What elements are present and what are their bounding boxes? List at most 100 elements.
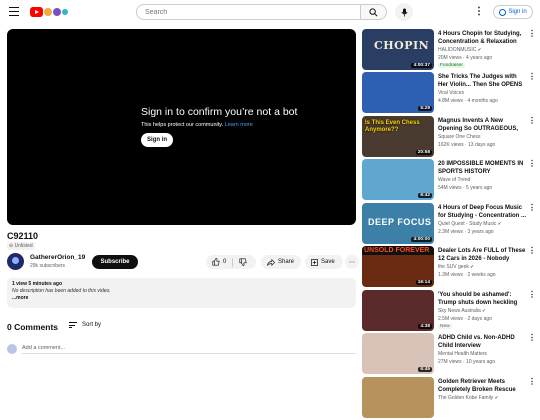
add-comment-row[interactable]: Add a comment... [7,342,356,356]
recommended-menu-icon[interactable]: ⋮ [528,378,536,386]
recommended-menu-icon[interactable]: ⋮ [528,291,536,299]
sign-in-button[interactable]: Sign in [493,5,533,19]
sort-label: Sort by [82,322,102,328]
recommended-channel[interactable]: Wave of Trend [438,177,470,183]
recommended-video[interactable]: UNSOLD FOREVER 16:14 Dealer Lots Are FULL … [362,246,537,289]
add-comment-input[interactable]: Add a comment... [22,345,356,354]
description-text: No description has been added to this vi… [12,288,111,294]
verified-icon: ✔ [496,221,502,226]
video-thumbnail[interactable]: Is This Even Chess Anymore?? 20:58 [362,116,434,157]
channel-avatar[interactable] [7,253,24,270]
player-sign-in-button[interactable]: Sign in [141,133,173,147]
video-thumbnail[interactable]: 6:42 [362,159,434,200]
recommended-menu-icon[interactable]: ⋮ [528,117,536,125]
video-duration: 6:45 [418,367,432,372]
recommended-channel[interactable]: Sky News Australia ✔ [438,308,486,314]
video-title: C92110 [7,231,39,241]
recommended-title[interactable]: 'You should be ashamed': Trump shuts dow… [438,291,526,307]
search-button[interactable] [361,4,387,20]
recommended-channel[interactable]: The Golden Kobe Family ✔ [438,395,498,401]
verified-icon: ✔ [493,395,499,400]
recommended-views-date: 4.8M views · 4 months ago [438,98,498,104]
subscribe-button[interactable]: Subscribe [92,255,138,269]
recommended-title[interactable]: Magnus Invents A New Opening So OUTRAGEO… [438,117,526,133]
recommended-views-date: 20M views · 4 years ago [438,55,493,61]
voice-search-button[interactable] [395,3,413,21]
like-dislike-group: 0 [206,255,256,269]
recommended-title[interactable]: 4 Hours Chopin for Studying, Concentrati… [438,30,526,46]
more-options-icon[interactable]: ⋮ [474,6,484,17]
video-duration: 5:29 [418,106,432,111]
view-count-date: 1 view 5 minutes ago [12,281,63,287]
video-thumbnail[interactable]: 4:38 [362,290,434,331]
youtube-logo[interactable] [30,6,68,17]
recommended-title[interactable]: Golden Retriever Meets Completely Broken… [438,378,526,394]
recommended-menu-icon[interactable]: ⋮ [528,73,536,81]
video-duration: 16:14 [415,280,432,285]
recommended-video[interactable]: 5:29 She Tricks The Judges with Her Violi… [362,72,537,115]
recommended-title[interactable]: ADHD Child vs. Non-ADHD Child Interview [438,334,526,350]
search-box[interactable] [136,4,361,20]
bot-check-message: Sign in to confirm you’re not a bot This… [141,106,341,147]
learn-more-link[interactable]: Learn more [225,122,253,128]
recommended-channel-name: HALIDONMUSIC [438,47,477,53]
video-thumbnail[interactable]: CHOPIN 4:00:37 [362,29,434,70]
recommended-channel[interactable]: HALIDONMUSIC ✔ [438,47,481,53]
thumbs-up-icon[interactable] [212,258,220,266]
video-player[interactable]: Sign in to confirm you’re not a bot This… [7,29,356,225]
recommended-channel-name: the SUV geek [438,264,469,270]
recommended-channel[interactable]: the SUV geek ✔ [438,264,474,270]
recommended-video[interactable]: DEEP FOCUS 4:00:00 4 Hours of Deep Focus M… [362,203,537,246]
recommended-menu-icon[interactable]: ⋮ [528,160,536,168]
video-duration: 20:58 [415,150,432,155]
video-thumbnail[interactable]: 5:29 [362,72,434,113]
recommended-channel[interactable]: Viral Voices [438,90,464,96]
recommended-video[interactable]: Is This Even Chess Anymore?? 20:58 Magnus … [362,116,537,159]
recommended-channel[interactable]: Square One Chess [438,134,481,140]
more-actions-button[interactable]: ⋯ [345,255,359,269]
visibility-label: Unlisted [14,243,33,249]
recommended-title[interactable]: Dealer Lots Are FULL of These 12 Cars in… [438,247,526,263]
account-icon [499,8,507,16]
recommended-title[interactable]: 20 IMPOSSIBLE MOMENTS IN SPORTS HISTORY [438,160,526,176]
video-thumbnail[interactable]: UNSOLD FOREVER 16:14 [362,246,434,287]
video-thumbnail[interactable] [362,377,434,418]
top-bar: ⋮ Sign in [0,0,540,26]
recommended-channel-name: Quiet Quest - Study Music [438,221,497,227]
recommended-menu-icon[interactable]: ⋮ [528,247,536,255]
recommended-video[interactable]: 4:38 'You should be ashamed': Trump shuts… [362,290,537,333]
recommended-views-date: 2.3M views · 3 years ago [438,229,494,235]
bot-check-subtext-label: This helps protect our community. [141,122,224,128]
show-more-link[interactable]: ...more [12,295,351,301]
recommended-menu-icon[interactable]: ⋮ [528,30,536,38]
sort-comments-button[interactable]: Sort by [69,322,101,328]
recommended-video[interactable]: 6:45 ADHD Child vs. Non-ADHD Child Interv… [362,333,537,376]
recommended-video[interactable]: Golden Retriever Meets Completely Broken… [362,377,537,420]
verified-icon: ✔ [480,308,486,313]
menu-icon[interactable] [9,7,19,16]
recommended-video[interactable]: CHOPIN 4:00:37 4 Hours Chopin for Studying… [362,29,537,72]
share-button[interactable]: Share [261,255,301,269]
thumbs-down-icon[interactable] [239,258,247,266]
like-count: 0 [223,259,227,265]
verified-icon: ✔ [476,47,482,52]
video-thumbnail[interactable]: 6:45 [362,333,434,374]
recommended-channel[interactable]: Mental Health Matters [438,351,487,357]
recommended-title[interactable]: She Tricks The Judges with Her Violin...… [438,73,526,89]
search-input[interactable] [145,8,352,16]
thumbnail-text: Is This Even Chess Anymore?? [365,120,420,133]
recommended-channel-name: Sky News Australia [438,308,481,314]
recommended-channel-name: Mental Health Matters [438,351,487,357]
channel-name[interactable]: GathererOrion_19 [30,254,85,261]
recommended-video[interactable]: 6:42 20 IMPOSSIBLE MOMENTS IN SPORTS HIST… [362,159,537,202]
recommended-title[interactable]: 4 Hours of Deep Focus Music for Studying… [438,204,526,220]
recommended-views-date: 54M views · 5 years ago [438,185,493,191]
save-button[interactable]: Save [305,255,343,269]
recommended-menu-icon[interactable]: ⋮ [528,204,536,212]
bot-check-subtext: This helps protect our community. Learn … [141,122,341,128]
description-box[interactable]: 1 view 5 minutes ago No description has … [7,278,356,308]
recommended-menu-icon[interactable]: ⋮ [528,334,536,342]
video-thumbnail[interactable]: DEEP FOCUS 4:00:00 [362,203,434,244]
recommended-channel[interactable]: Quiet Quest - Study Music ✔ [438,221,501,227]
subscriber-count: 29k subscribers [30,263,66,269]
